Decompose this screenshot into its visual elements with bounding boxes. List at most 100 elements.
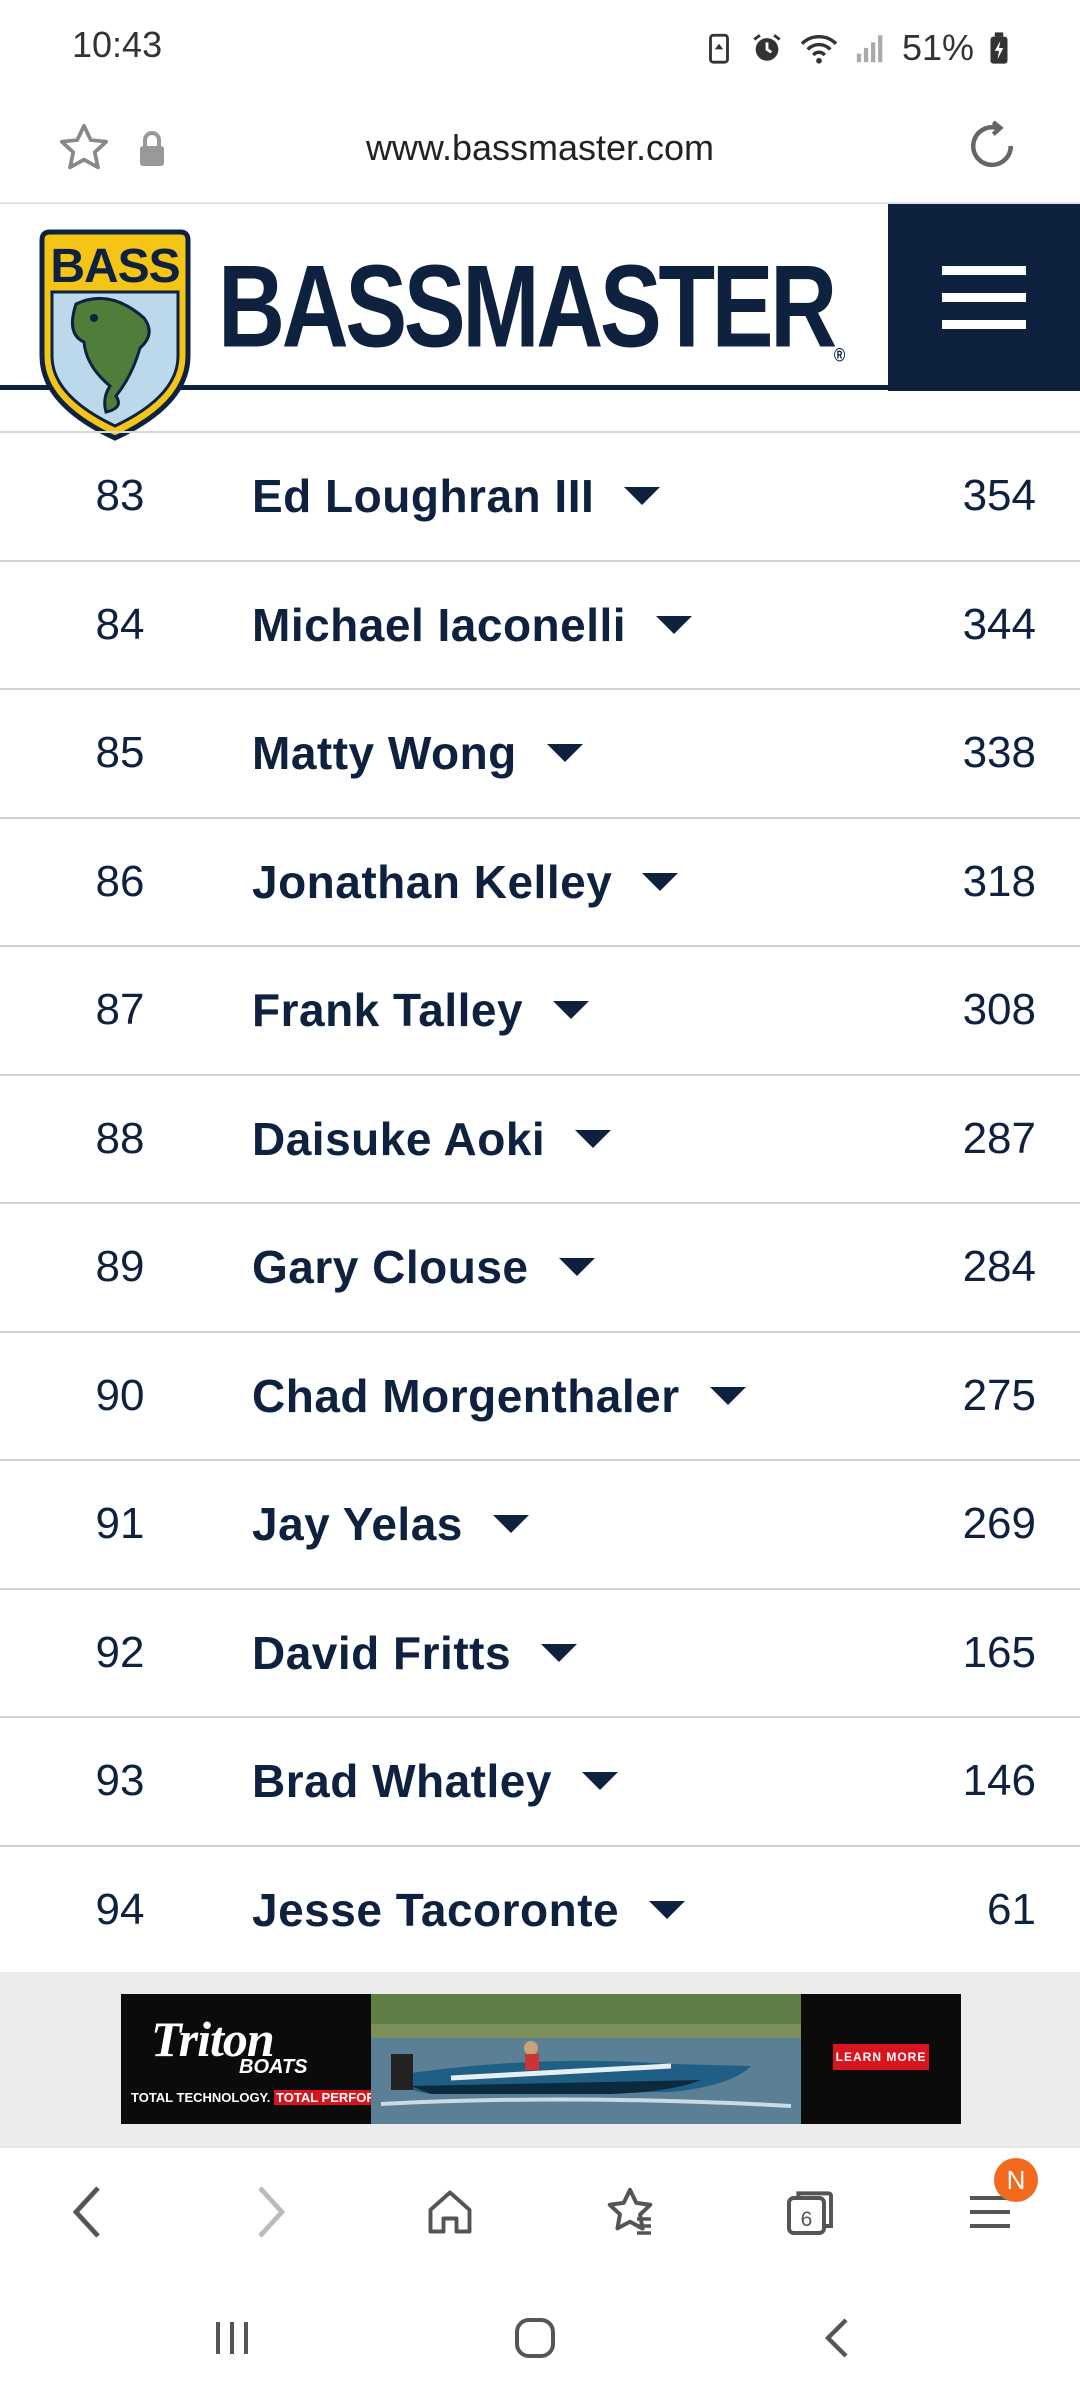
angler-toggle[interactable]: Jesse Tacoronte [252,1847,687,1973]
angler-toggle[interactable]: Jay Yelas [252,1461,531,1587]
angler-name[interactable]: Frank Talley [252,983,523,1037]
angler-toggle[interactable]: Jonathan Kelley [252,819,680,945]
bassmaster-wordmark[interactable]: BASSMASTER® [218,247,846,366]
caret-down-icon[interactable] [539,1642,579,1664]
rank: 90 [95,1370,145,1420]
registered-mark: ® [833,344,846,366]
angler-name[interactable]: Chad Morgenthaler [252,1369,680,1423]
tabs-button[interactable]: 6 [778,2180,842,2244]
standings-list: 83 Ed Loughran III 354 84 Michael Iacone… [0,433,1080,1975]
standings-row: 92 David Fritts 165 [0,1590,1080,1718]
bass-logo[interactable]: BASS [36,226,194,444]
points: 308 [962,985,1036,1034]
signal-icon [856,35,883,63]
points: 354 [962,471,1036,520]
status-icons: 51% [702,24,1010,72]
ad-brand-sub[interactable]: BOATS [239,2056,308,2079]
angler-name[interactable]: David Fritts [252,1626,511,1680]
caret-down-icon[interactable] [708,1385,748,1407]
caret-down-icon[interactable] [545,742,585,764]
angler-toggle[interactable]: Daisuke Aoki [252,1076,613,1202]
rank: 93 [95,1756,145,1805]
angler-name[interactable]: Matty Wong [252,726,517,780]
points: 146 [962,1756,1036,1805]
caret-down-icon[interactable] [557,1256,597,1278]
points: 165 [962,1627,1036,1677]
back-button[interactable] [56,2180,120,2244]
recent-apps-icon[interactable] [208,2316,256,2360]
reload-icon[interactable] [962,116,1022,176]
notification-badge: N [994,2158,1038,2202]
angler-toggle[interactable]: Frank Talley [252,947,591,1073]
standings-row: 84 Michael Iaconelli 344 [0,562,1080,690]
points: 287 [962,1113,1036,1163]
caret-down-icon[interactable] [491,1513,531,1535]
hamburger-icon-bar [942,293,1026,302]
url-bar[interactable]: www.bassmaster.com [0,96,1080,204]
angler-name[interactable]: Michael Iaconelli [252,598,626,652]
angler-name[interactable]: Ed Loughran III [252,469,594,523]
ad-boat-image[interactable] [371,1994,801,2124]
system-home-button[interactable] [503,2306,567,2370]
ad-tagline-white[interactable]: TOTAL TECHNOLOGY. [131,2090,270,2105]
angler-name[interactable]: Brad Whatley [252,1754,552,1808]
battery-percent: 51% [901,27,974,68]
forward-button[interactable] [238,2180,302,2244]
ad-banner[interactable]: Triton BOATS TOTAL TECHNOLOGY. TOTAL PER… [121,1994,961,2124]
recent-apps-button[interactable] [200,2306,264,2370]
standings-row: 88 Daisuke Aoki 287 [0,1076,1080,1204]
angler-name[interactable]: Daisuke Aoki [252,1112,545,1166]
points: 338 [962,728,1036,777]
caret-down-icon[interactable] [647,1899,687,1921]
angler-toggle[interactable]: Michael Iaconelli [252,562,694,688]
browser-toolbar: 6 N [0,2146,1080,2274]
angler-name[interactable]: Jay Yelas [252,1497,463,1551]
caret-down-icon[interactable] [573,1128,613,1150]
angler-toggle[interactable]: Brad Whatley [252,1718,620,1844]
hamburger-icon-bar [942,320,1026,329]
caret-down-icon[interactable] [640,871,680,893]
system-back-icon[interactable] [820,2314,856,2362]
standings-row: 85 Matty Wong 338 [0,690,1080,819]
home-icon[interactable] [424,2186,476,2238]
caret-down-icon[interactable] [654,614,694,636]
tabs-icon[interactable]: 6 [782,2184,838,2240]
menu-button[interactable]: N [958,2158,1038,2244]
angler-name[interactable]: Gary Clouse [252,1240,529,1294]
hamburger-menu-button[interactable] [888,204,1080,391]
wifi-icon [800,35,838,64]
angler-toggle[interactable]: Ed Loughran III [252,433,662,559]
ad-cta-button[interactable]: LEARN MORE [833,2044,929,2070]
points: 318 [962,856,1036,906]
angler-toggle[interactable]: Matty Wong [252,690,585,816]
system-back-button[interactable] [806,2306,870,2370]
angler-toggle[interactable]: Chad Morgenthaler [252,1333,748,1459]
rank: 92 [95,1627,145,1677]
home-button[interactable] [418,2180,482,2244]
bookmarks-icon[interactable] [602,2184,658,2240]
battery-icon [990,32,1008,64]
forward-icon[interactable] [250,2184,290,2240]
angler-toggle[interactable]: Gary Clouse [252,1204,597,1330]
system-home-icon[interactable] [511,2314,559,2362]
rank: 88 [95,1113,145,1163]
back-icon[interactable] [68,2184,108,2240]
points: 269 [962,1499,1036,1548]
angler-toggle[interactable]: David Fritts [252,1590,579,1716]
ad-brand-panel[interactable]: Triton BOATS TOTAL TECHNOLOGY. TOTAL PER… [121,1994,429,2124]
ad-cta-panel[interactable]: LEARN MORE [801,1994,961,2124]
standings-row: 93 Brad Whatley 146 [0,1718,1080,1847]
angler-name[interactable]: Jonathan Kelley [252,855,612,909]
points: 61 [987,1884,1036,1934]
angler-name[interactable]: Jesse Tacoronte [252,1883,619,1937]
caret-down-icon[interactable] [622,485,662,507]
standings-row: 86 Jonathan Kelley 318 [0,819,1080,947]
url-text[interactable]: www.bassmaster.com [0,120,1080,176]
bookmarks-button[interactable] [598,2180,662,2244]
rank: 91 [95,1499,145,1548]
wordmark-text[interactable]: BASSMASTER [218,240,837,371]
caret-down-icon[interactable] [551,999,591,1021]
tabs-count: 6 [801,2208,813,2231]
rank: 87 [95,985,145,1034]
caret-down-icon[interactable] [580,1770,620,1792]
